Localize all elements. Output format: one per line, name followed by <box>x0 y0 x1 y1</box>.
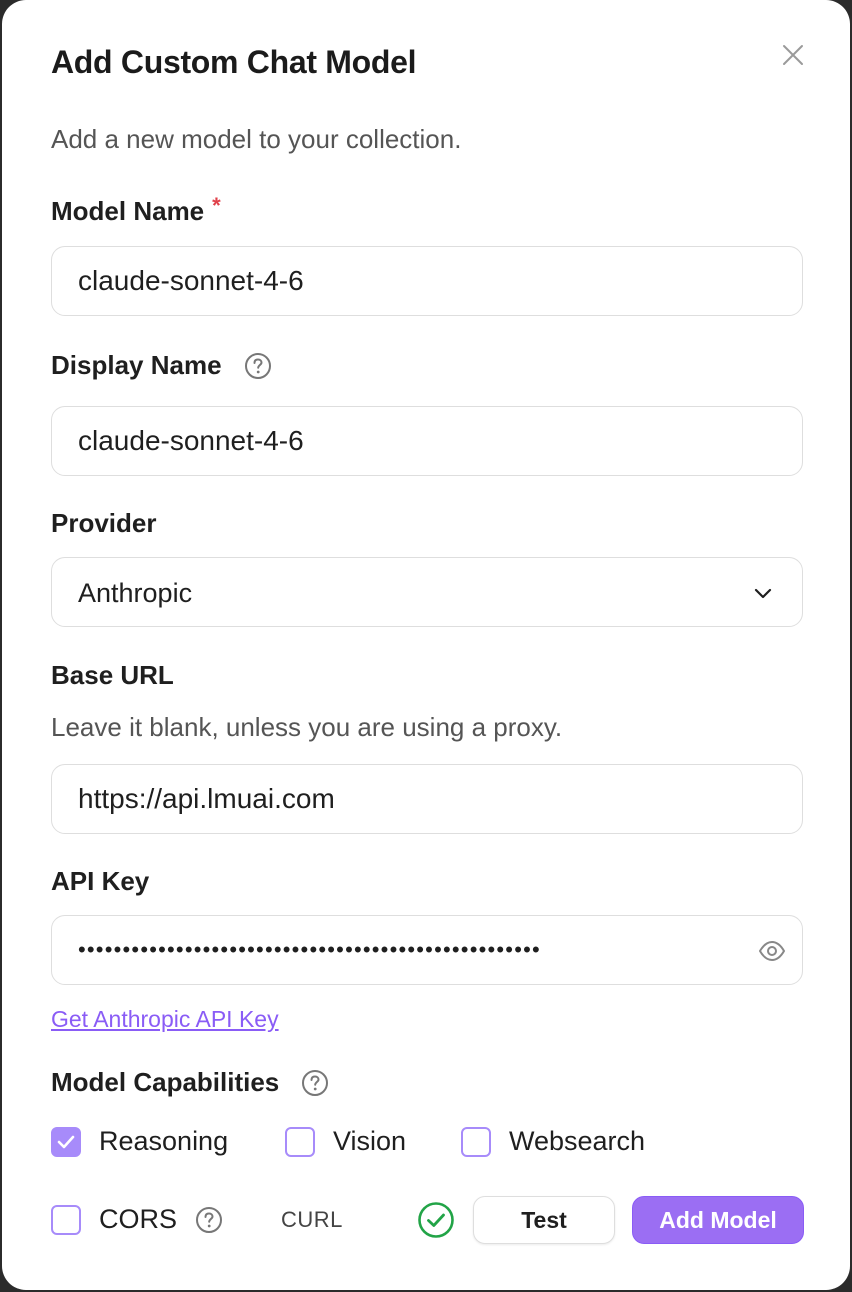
capabilities-label: Model Capabilities <box>51 1067 329 1098</box>
reasoning-checkbox[interactable] <box>51 1126 81 1157</box>
cors-label: CORS <box>99 1204 178 1234</box>
api-key-masked-value[interactable]: ••••••••••••••••••••••••••••••••••••••••… <box>78 916 748 984</box>
vision-checkbox[interactable] <box>285 1126 315 1157</box>
model-name-label: Model Name * <box>51 192 221 227</box>
reasoning-label: Reasoning <box>99 1126 229 1156</box>
required-mark: * <box>212 192 221 218</box>
cors-option[interactable]: CORS <box>51 1204 223 1235</box>
close-icon[interactable] <box>780 42 806 68</box>
display-name-input[interactable] <box>78 407 758 475</box>
api-key-field[interactable]: ••••••••••••••••••••••••••••••••••••••••… <box>51 915 803 985</box>
chevron-down-icon <box>754 588 772 599</box>
provider-select[interactable]: Anthropic <box>51 557 803 627</box>
model-name-input[interactable] <box>78 247 758 315</box>
model-name-field[interactable] <box>51 246 803 316</box>
vision-label: Vision <box>333 1126 407 1156</box>
capability-websearch[interactable]: Websearch <box>461 1126 645 1157</box>
base-url-input[interactable] <box>78 765 758 833</box>
capability-vision[interactable]: Vision <box>285 1126 406 1157</box>
base-url-hint: Leave it blank, unless you are using a p… <box>51 712 563 742</box>
capability-reasoning[interactable]: Reasoning <box>51 1126 228 1157</box>
dialog-subtitle: Add a new model to your collection. <box>51 124 462 154</box>
provider-selected-value: Anthropic <box>78 578 193 608</box>
websearch-label: Websearch <box>509 1126 646 1156</box>
curl-button[interactable]: CURL <box>281 1207 343 1233</box>
eye-icon[interactable] <box>758 938 786 964</box>
test-button[interactable]: Test <box>473 1196 615 1244</box>
display-name-label: Display Name <box>51 350 272 381</box>
help-circle-icon[interactable] <box>195 1206 223 1234</box>
api-key-label: API Key <box>51 866 150 896</box>
help-circle-icon[interactable] <box>244 352 272 380</box>
add-model-button[interactable]: Add Model <box>632 1196 804 1244</box>
dialog-title: Add Custom Chat Model <box>51 44 417 80</box>
provider-label: Provider <box>51 508 157 538</box>
base-url-field[interactable] <box>51 764 803 834</box>
get-api-key-link[interactable]: Get Anthropic API Key <box>51 1006 279 1033</box>
help-circle-icon[interactable] <box>301 1069 329 1097</box>
display-name-field[interactable] <box>51 406 803 476</box>
websearch-checkbox[interactable] <box>461 1126 491 1157</box>
base-url-label: Base URL <box>51 660 174 690</box>
check-circle-icon <box>418 1202 454 1238</box>
add-model-dialog: Add Custom Chat Model Add a new model to… <box>2 0 850 1290</box>
check-icon <box>57 1135 75 1148</box>
cors-checkbox[interactable] <box>51 1204 81 1235</box>
